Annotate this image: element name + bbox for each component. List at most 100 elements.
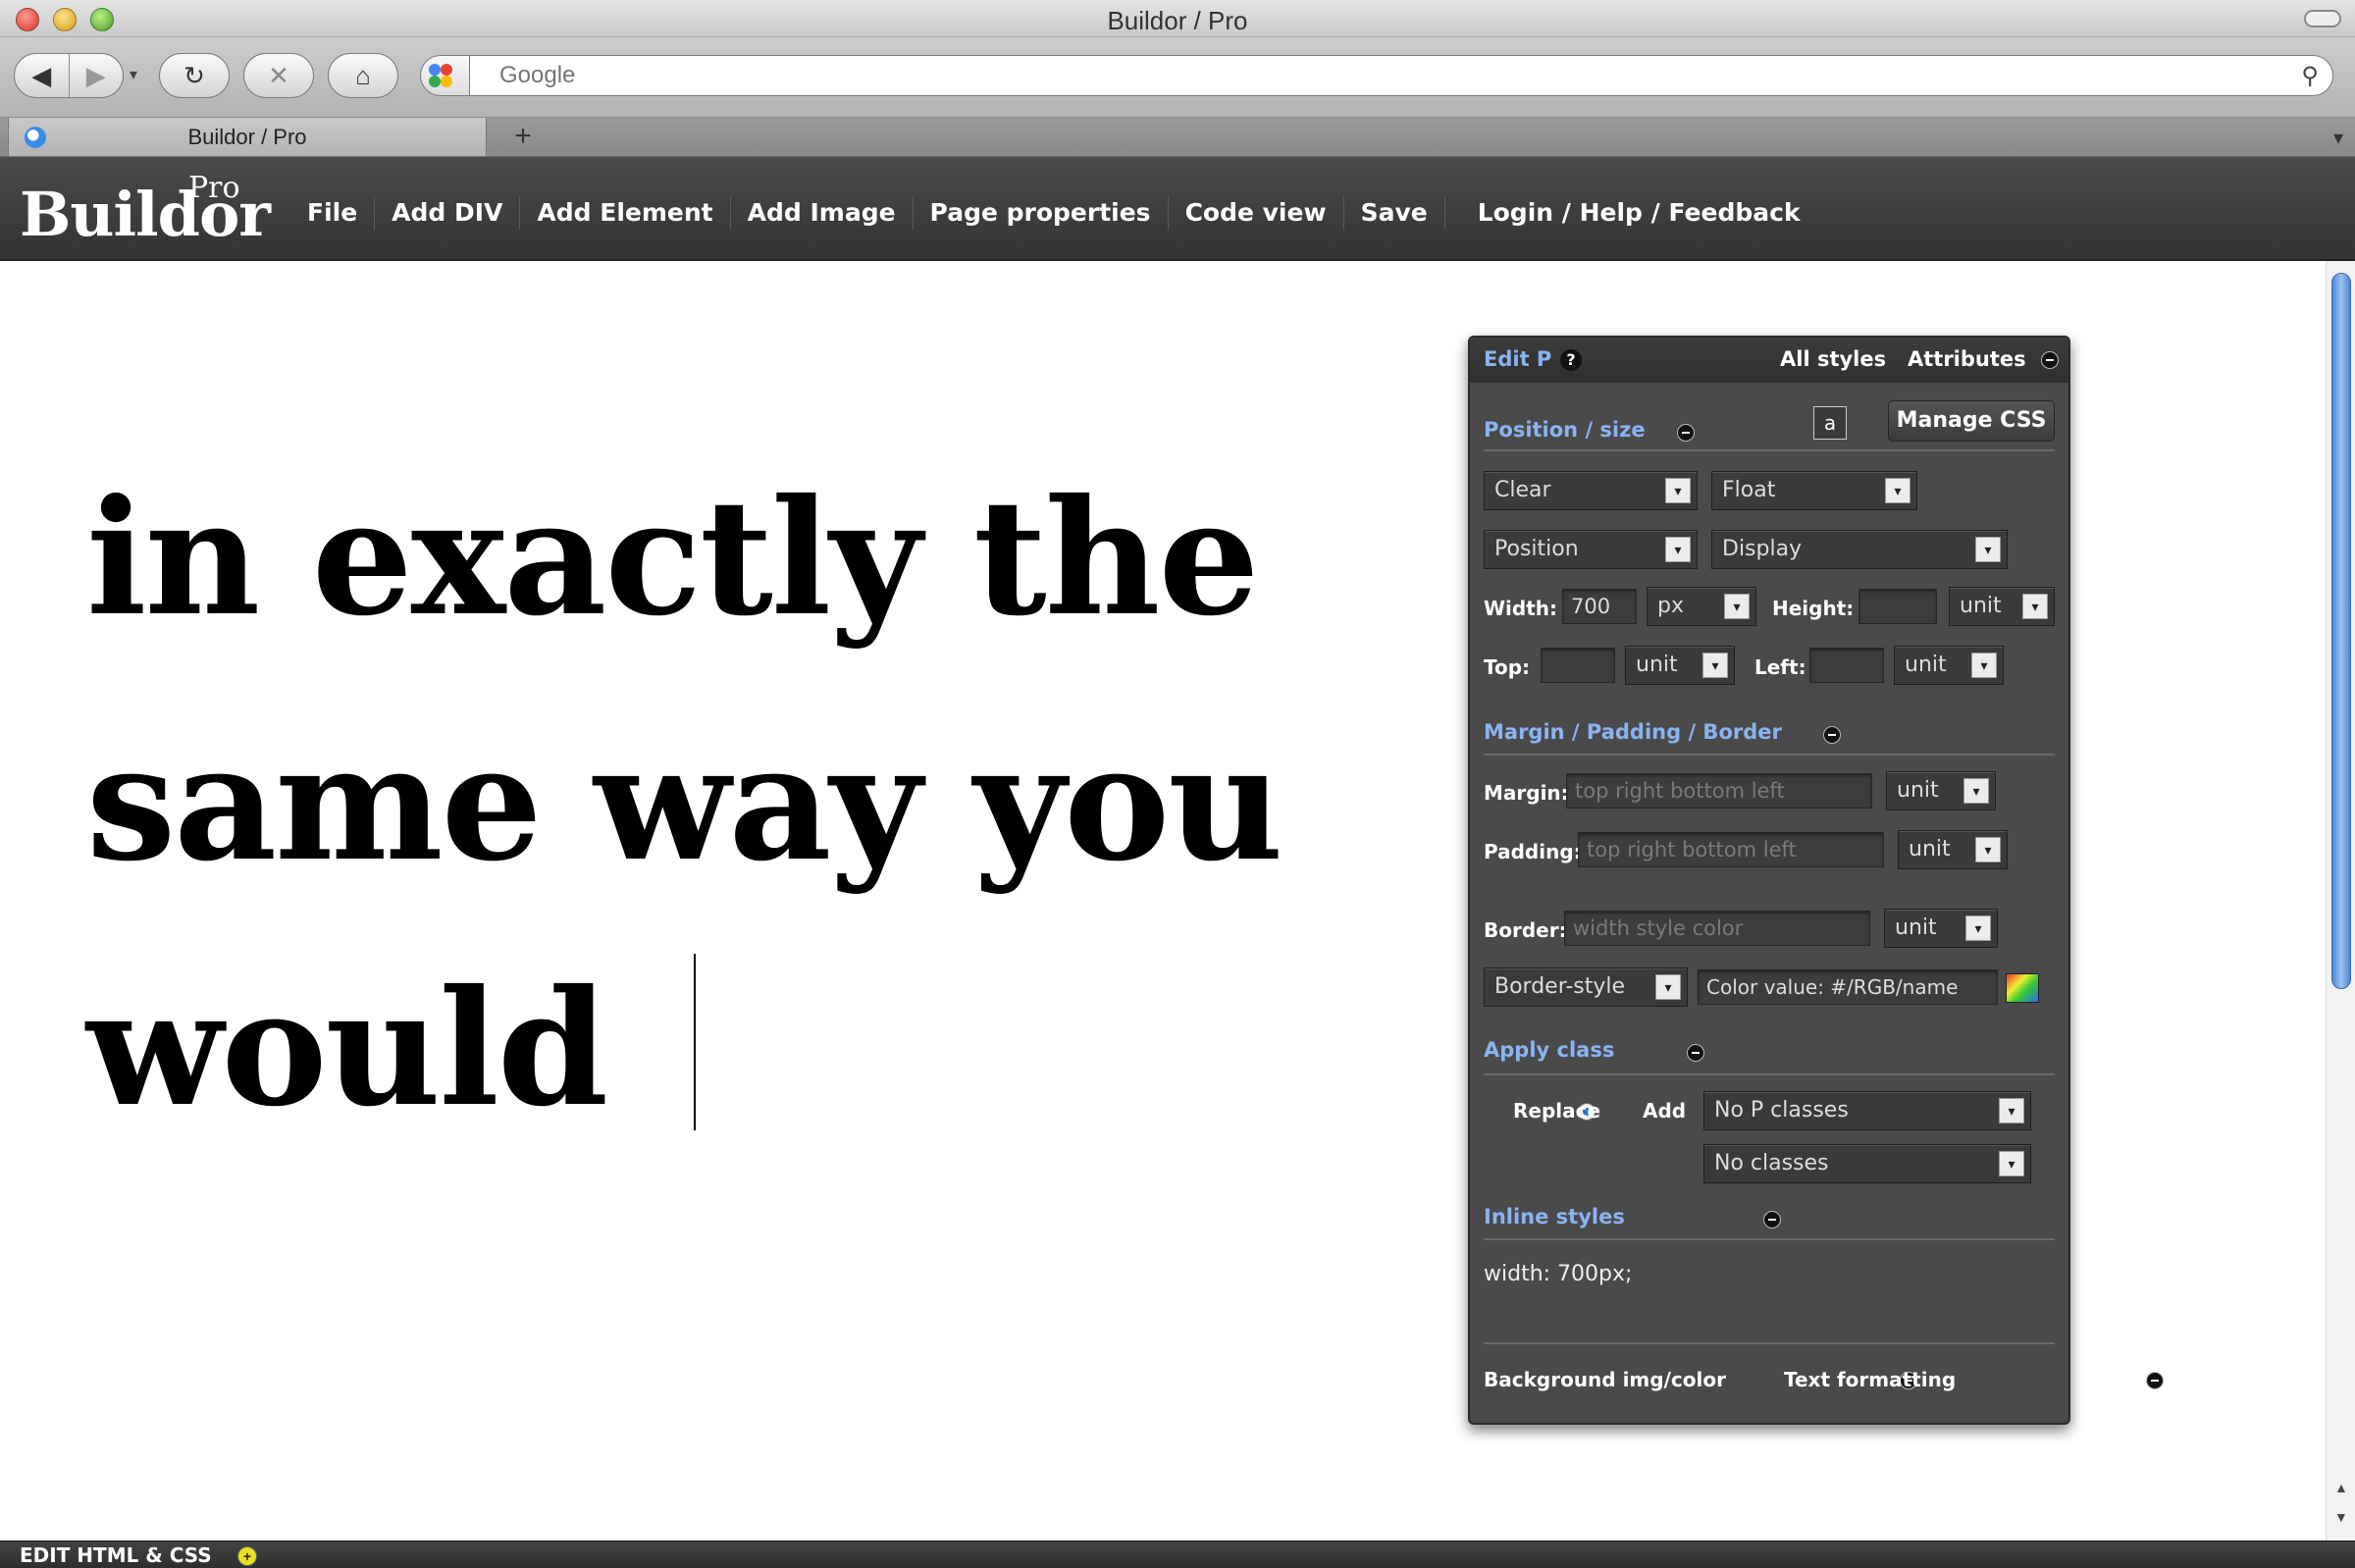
menu-add-image[interactable]: Add Image — [731, 196, 914, 230]
float-select[interactable]: Float ▾ — [1711, 471, 1917, 510]
section-collapse-icon[interactable] — [1687, 1043, 1705, 1062]
chevron-down-icon: ▾ — [1655, 974, 1681, 1000]
vertical-scrollbar[interactable]: ▲ ▼ — [2326, 261, 2355, 1541]
edit-element-panel: Edit P ? All styles Attributes Position … — [1468, 336, 2164, 1425]
bottom-editor-bar: EDIT HTML & CSS + — [0, 1541, 2355, 1568]
menu-login-help-feedback[interactable]: Login / Help / Feedback — [1461, 196, 1817, 230]
divider — [1484, 754, 2055, 756]
select-value: px — [1657, 594, 1684, 618]
tab-attributes[interactable]: Attributes — [1908, 347, 2026, 371]
section-text-formatting[interactable]: Text formatting — [1784, 1368, 1956, 1391]
top-label: Top: — [1484, 655, 1531, 679]
section-inline-styles[interactable]: Inline styles — [1484, 1205, 1625, 1228]
chevron-down-icon: ▾ — [1963, 778, 1989, 804]
margin-unit-select[interactable]: unit ▾ — [1886, 771, 1996, 810]
inline-styles-text[interactable]: width: 700px; — [1484, 1262, 1632, 1286]
border-label: Border: — [1484, 918, 1567, 942]
menu-page-properties[interactable]: Page properties — [914, 196, 1169, 230]
menu-file[interactable]: File — [290, 196, 376, 230]
toolbar-toggle-button[interactable] — [2304, 10, 2341, 27]
search-input[interactable] — [499, 62, 2246, 89]
expand-icon[interactable]: + — [237, 1546, 257, 1566]
margin-input[interactable] — [1566, 773, 1872, 809]
padding-unit-select[interactable]: unit ▾ — [1898, 830, 2008, 869]
border-style-select[interactable]: Border-style ▾ — [1484, 967, 1688, 1007]
window-titlebar: Buildor / Pro — [0, 0, 2355, 37]
color-value-input[interactable]: Color value: #/RGB/name — [1698, 969, 1998, 1005]
reload-button[interactable]: ↻ — [159, 53, 230, 98]
select-value: unit — [1636, 653, 1678, 677]
add-label: Add — [1643, 1099, 1687, 1123]
search-icon[interactable]: ⚲ — [2301, 62, 2319, 90]
chevron-down-icon: ▾ — [1975, 537, 2001, 562]
chevron-down-icon: ▾ — [1971, 653, 1997, 678]
section-collapse-icon[interactable] — [1823, 725, 1842, 744]
tab-bar: Buildor / Pro + ▾ — [0, 118, 2355, 157]
menu-save[interactable]: Save — [1344, 196, 1445, 230]
border-input[interactable] — [1564, 911, 1870, 946]
left-input[interactable] — [1809, 648, 1884, 683]
help-icon[interactable]: ? — [1560, 349, 1582, 371]
menu-code-view[interactable]: Code view — [1169, 196, 1344, 230]
width-label: Width: — [1484, 597, 1558, 620]
a-toggle-button[interactable]: a — [1813, 406, 1847, 440]
section-collapse-icon[interactable] — [1677, 423, 1696, 442]
scrollbar-thumb[interactable] — [2331, 273, 2351, 989]
edit-html-css-toggle[interactable]: EDIT HTML & CSS — [20, 1543, 212, 1567]
tab-list-menu-icon[interactable]: ▾ — [2333, 126, 2343, 150]
panel-title: Edit P — [1484, 347, 1552, 371]
select-value: Display — [1722, 537, 1803, 561]
section-collapse-icon[interactable] — [2145, 1371, 2164, 1389]
home-button[interactable]: ⌂ — [328, 53, 398, 98]
chevron-down-icon: ▾ — [2022, 594, 2048, 619]
paragraph-line: in exactly the — [86, 465, 1260, 652]
section-position-size[interactable]: Position / size — [1484, 418, 1646, 442]
section-collapse-icon[interactable] — [1762, 1210, 1781, 1228]
color-picker-icon[interactable] — [2006, 973, 2039, 1003]
history-dropdown-icon[interactable]: ▾ — [130, 65, 137, 84]
scroll-up-arrow-icon[interactable]: ▲ — [2334, 1480, 2348, 1495]
replace-label: Replace — [1513, 1099, 1601, 1123]
new-tab-button[interactable]: + — [500, 122, 546, 153]
left-unit-select[interactable]: unit ▾ — [1894, 646, 2004, 685]
tab-title: Buildor / Pro — [187, 124, 307, 149]
classes-select[interactable]: No classes ▾ — [1703, 1144, 2031, 1183]
scroll-down-arrow-icon[interactable]: ▼ — [2334, 1509, 2348, 1525]
border-unit-select[interactable]: unit ▾ — [1884, 909, 1998, 948]
width-input[interactable] — [1562, 589, 1637, 624]
height-label: Height: — [1772, 597, 1855, 620]
app-menubar: Buildor Pro File Add DIV Add Element Add… — [0, 157, 2355, 261]
position-select[interactable]: Position ▾ — [1484, 530, 1698, 569]
browser-toolbar: ◀ ▶ ▾ ↻ ✕ ⌂ ⚲ — [0, 37, 2355, 118]
width-unit-select[interactable]: px ▾ — [1647, 587, 1756, 626]
padding-label: Padding: — [1484, 840, 1582, 863]
menu-add-element[interactable]: Add Element — [520, 196, 731, 230]
top-unit-select[interactable]: unit ▾ — [1625, 646, 1735, 685]
display-select[interactable]: Display ▾ — [1711, 530, 2008, 569]
editable-paragraph[interactable]: in exactly the same way you would — [86, 436, 1460, 1172]
top-input[interactable] — [1541, 648, 1615, 683]
stop-button[interactable]: ✕ — [243, 53, 314, 98]
p-classes-select[interactable]: No P classes ▾ — [1703, 1091, 2031, 1130]
forward-button[interactable]: ▶ — [69, 61, 123, 91]
chevron-down-icon: ▾ — [1702, 653, 1728, 678]
select-value: unit — [1897, 778, 1939, 803]
section-background[interactable]: Background img/color — [1484, 1368, 1726, 1391]
manage-css-button[interactable]: Manage CSS — [1888, 400, 2055, 442]
chevron-down-icon: ▾ — [1885, 478, 1910, 503]
google-search-engine-icon[interactable] — [420, 55, 469, 96]
panel-collapse-icon[interactable] — [2041, 350, 2059, 369]
section-margin-padding-border[interactable]: Margin / Padding / Border — [1484, 720, 1782, 744]
section-apply-class[interactable]: Apply class — [1484, 1038, 1614, 1062]
clear-select[interactable]: Clear ▾ — [1484, 471, 1698, 510]
menu-add-div[interactable]: Add DIV — [375, 196, 521, 230]
select-value: unit — [1909, 837, 1951, 862]
select-value: No classes — [1714, 1151, 1829, 1176]
padding-input[interactable] — [1578, 832, 1884, 867]
height-input[interactable] — [1858, 589, 1937, 624]
tab-all-styles[interactable]: All styles — [1780, 347, 1886, 371]
tab-buildor[interactable]: Buildor / Pro — [8, 118, 487, 157]
chevron-down-icon: ▾ — [1965, 915, 1991, 941]
height-unit-select[interactable]: unit ▾ — [1949, 587, 2055, 626]
back-button[interactable]: ◀ — [15, 61, 69, 91]
